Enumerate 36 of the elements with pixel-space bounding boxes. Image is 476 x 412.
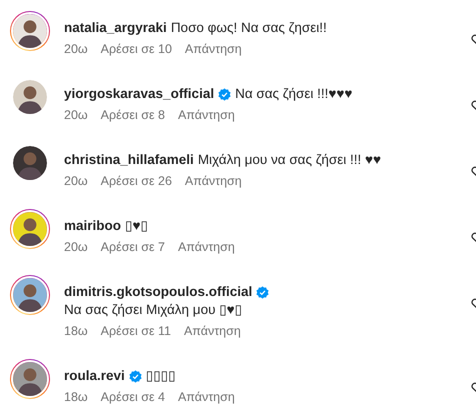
- avatar-ring[interactable]: [10, 209, 50, 249]
- likes-link[interactable]: Αρέσει σε 7: [100, 240, 165, 254]
- comment-text: Να σας ζήσει Μιχάλη μου ▯♥▯: [64, 301, 242, 319]
- likes-link[interactable]: Αρέσει σε 10: [100, 42, 172, 56]
- comment-time: 18ω: [64, 390, 88, 404]
- reply-link[interactable]: Απάντηση: [178, 108, 235, 122]
- avatar-ring[interactable]: [10, 359, 50, 399]
- comment-text: Μιχάλη μου να σας ζήσει !!! ♥♥: [198, 151, 382, 169]
- username-link[interactable]: natalia_argyraki: [64, 19, 167, 37]
- likes-link[interactable]: Αρέσει σε 8: [100, 108, 165, 122]
- comment-time: 18ω: [64, 324, 88, 338]
- username-link[interactable]: christina_hillafameli: [64, 151, 194, 169]
- likes-link[interactable]: Αρέσει σε 4: [100, 390, 165, 404]
- comment-text: ▯▯▯▯: [146, 367, 176, 385]
- avatar-ring[interactable]: [10, 77, 50, 117]
- comment-text: ▯♥▯: [125, 217, 148, 235]
- comment-time: 20ω: [64, 108, 88, 122]
- comment-time: 20ω: [64, 174, 88, 188]
- comment-time: 20ω: [64, 42, 88, 56]
- likes-link[interactable]: Αρέσει σε 26: [100, 174, 172, 188]
- username-link[interactable]: yiorgoskaravas_official: [64, 85, 214, 103]
- comment-text: Ποσο φως! Να σας ζησει!!: [170, 19, 327, 37]
- reply-link[interactable]: Απάντηση: [184, 174, 242, 188]
- username-link[interactable]: roula.revi: [64, 367, 125, 385]
- avatar-ring[interactable]: [10, 143, 50, 183]
- reply-link[interactable]: Απάντηση: [184, 42, 242, 56]
- comment-time: 20ω: [64, 240, 88, 254]
- reply-link[interactable]: Απάντηση: [184, 324, 241, 338]
- avatar-ring[interactable]: [10, 275, 50, 315]
- username-link[interactable]: dimitris.gkotsopoulos.official: [64, 283, 252, 301]
- reply-link[interactable]: Απάντηση: [178, 240, 235, 254]
- avatar-ring[interactable]: [10, 11, 50, 51]
- reply-link[interactable]: Απάντηση: [178, 390, 235, 404]
- comment-text: Να σας ζήσει !!!♥♥♥: [235, 85, 352, 103]
- username-link[interactable]: mairiboo: [64, 217, 122, 235]
- likes-link[interactable]: Αρέσει σε 11: [100, 324, 171, 338]
